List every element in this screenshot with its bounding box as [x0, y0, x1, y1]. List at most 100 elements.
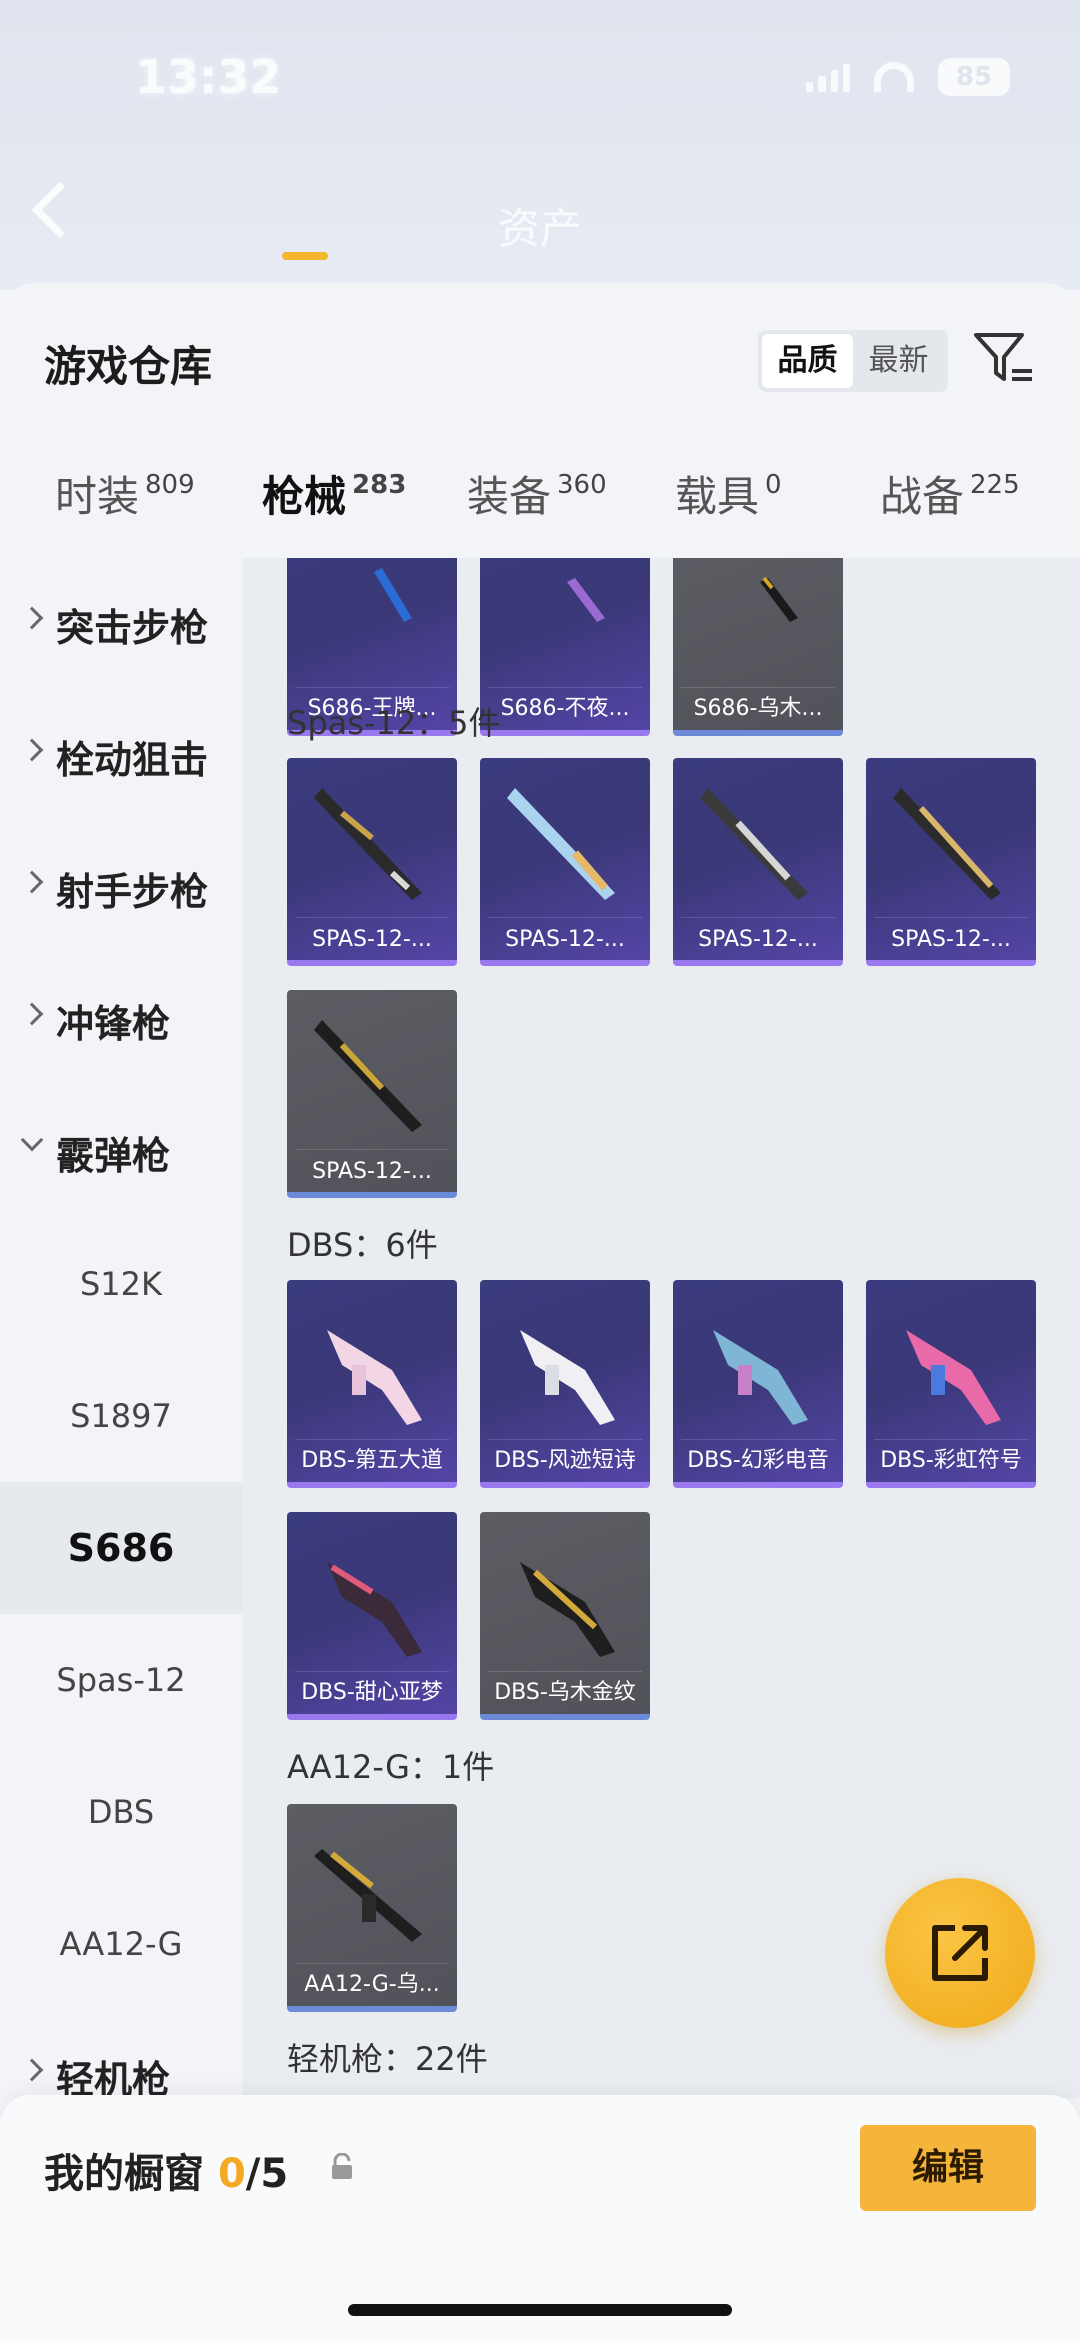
showcase-title: 我的橱窗 [44, 2151, 204, 2197]
sort-quality-button[interactable]: 品质 [762, 334, 853, 388]
card-divider [295, 687, 449, 688]
card-divider [295, 917, 449, 918]
tab-tactical[interactable]: 战备 225 [880, 463, 1020, 524]
weapon-name: S686-不夜... [500, 696, 630, 721]
top-header: 13:32 85 资产 [0, 0, 1080, 290]
chevron-right-icon [20, 1002, 44, 1026]
wifi-icon [874, 62, 914, 92]
sidebar-item-label: 栓动狙击 [56, 737, 209, 782]
weapon-card[interactable]: SPAS-12-... [287, 758, 457, 966]
sidebar-item-label: 冲锋枪 [56, 1001, 171, 1046]
shotgun-icon [893, 788, 1001, 900]
weapon-card[interactable]: SPAS-12-... [287, 990, 457, 1198]
sidebar-item-assault-rifle[interactable]: 突击步枪 [0, 558, 242, 690]
card-divider [874, 1439, 1028, 1440]
tab-vehicles[interactable]: 载具 0 [675, 463, 782, 524]
weapon-sidebar: 突击步枪 栓动狙击 射手步枪 冲锋枪 霰弹枪 S12K S1897 S686 S… [0, 558, 242, 2102]
shotgun-icon [567, 578, 605, 622]
tab-label: 战备 [880, 472, 965, 521]
shotgun-icon [713, 1330, 808, 1425]
weapon-card[interactable]: DBS-第五大道 [287, 1280, 457, 1488]
sort-toggle: 品质 最新 [758, 330, 948, 392]
weapon-name: SPAS-12-... [698, 927, 818, 952]
battery-icon: 85 [938, 58, 1010, 96]
filter-icon[interactable] [972, 329, 1034, 389]
nav-title: 资产 [497, 204, 582, 253]
tab-fashion[interactable]: 时装 809 [55, 463, 195, 524]
weapon-card[interactable]: AA12-G-乌... [287, 1804, 457, 2012]
weapon-card[interactable]: DBS-彩虹符号 [866, 1280, 1036, 1488]
tab-label: 载具 [675, 472, 760, 521]
tab-count: 809 [145, 470, 195, 500]
weapon-card[interactable]: DBS-乌木金纹 [480, 1512, 650, 1720]
tab-firearms[interactable]: 枪械 283 [262, 463, 406, 524]
sidebar-sub-s1897[interactable]: S1897 [0, 1350, 242, 1482]
card-divider [681, 917, 835, 918]
chevron-right-icon [20, 2058, 44, 2082]
weapon-card[interactable]: S686-不夜... [480, 558, 650, 736]
sidebar-sub-s686[interactable]: S686 [0, 1482, 242, 1614]
weapon-name: SPAS-12-... [312, 1159, 432, 1184]
weapon-card[interactable]: SPAS-12-... [673, 758, 843, 966]
weapon-card[interactable]: SPAS-12-... [866, 758, 1036, 966]
sidebar-item-marksman-rifle[interactable]: 射手步枪 [0, 822, 242, 954]
sidebar-item-bolt-sniper[interactable]: 栓动狙击 [0, 690, 242, 822]
weapon-name: DBS-彩虹符号 [880, 1448, 1022, 1473]
weapon-card[interactable]: DBS-甜心亚梦 [287, 1512, 457, 1720]
shotgun-icon [374, 568, 412, 622]
weapon-card[interactable]: DBS-风迹短诗 [480, 1280, 650, 1488]
tab-count: 360 [557, 470, 607, 500]
weapon-name: DBS-幻彩电音 [687, 1448, 829, 1473]
section-label-lmg: 轻机枪：22件 [287, 2040, 488, 2078]
card-divider [295, 1149, 449, 1150]
tab-count: 225 [970, 470, 1020, 500]
sidebar-item-smg[interactable]: 冲锋枪 [0, 954, 242, 1086]
weapon-card[interactable]: DBS-幻彩电音 [673, 1280, 843, 1488]
shotgun-icon [314, 1849, 422, 1942]
shotgun-icon [520, 1562, 615, 1657]
showcase-total: /5 [245, 2151, 289, 2197]
chevron-right-icon [20, 870, 44, 894]
sidebar-sub-aa12g[interactable]: AA12-G [0, 1878, 242, 2010]
shotgun-icon [327, 1330, 422, 1425]
sidebar-item-label: 霰弹枪 [56, 1133, 171, 1178]
sidebar-item-shotgun[interactable]: 霰弹枪 [0, 1086, 242, 1218]
share-icon [932, 1925, 988, 1981]
active-tab-indicator [282, 252, 328, 260]
tab-label: 装备 [467, 472, 552, 521]
weapon-name: S686-乌木... [693, 696, 823, 721]
tab-count: 0 [765, 470, 782, 500]
sidebar-item-label: 射手步枪 [56, 869, 209, 914]
sidebar-sub-s12k[interactable]: S12K [0, 1218, 242, 1350]
weapon-card[interactable]: S686-乌木... [673, 558, 843, 736]
card-divider [295, 1439, 449, 1440]
edit-button[interactable]: 编辑 [860, 2125, 1036, 2211]
chevron-right-icon [20, 606, 44, 630]
weapon-name: SPAS-12-... [891, 927, 1011, 952]
tab-count: 283 [352, 470, 407, 500]
section-label-dbs: DBS：6件 [287, 1226, 438, 1264]
tab-label: 枪械 [262, 472, 347, 521]
card-divider [295, 1671, 449, 1672]
shotgun-icon [700, 788, 808, 900]
sort-newest-button[interactable]: 最新 [853, 334, 944, 388]
share-fab[interactable] [885, 1878, 1035, 2028]
tab-equipment[interactable]: 装备 360 [467, 463, 607, 524]
category-tabs: 时装 809 枪械 283 装备 360 载具 0 战备 225 [0, 463, 1080, 573]
shotgun-icon [760, 576, 798, 622]
weapon-card[interactable]: SPAS-12-... [480, 758, 650, 966]
sidebar-sub-dbs[interactable]: DBS [0, 1746, 242, 1878]
showcase-count: 0 [217, 2151, 246, 2197]
weapon-name: DBS-第五大道 [301, 1448, 443, 1473]
tab-label: 时装 [55, 472, 140, 521]
shotgun-icon [906, 1330, 1001, 1425]
card-divider [681, 1439, 835, 1440]
card-divider [295, 1963, 449, 1964]
sidebar-sub-spas12[interactable]: Spas-12 [0, 1614, 242, 1746]
shotgun-icon [507, 788, 615, 900]
section-label-aa12g: AA12-G：1件 [287, 1748, 495, 1786]
section-label-spas12: Spas-12：5件 [287, 704, 501, 742]
shotgun-icon [520, 1330, 615, 1425]
weapon-name: SPAS-12-... [312, 927, 432, 952]
shotgun-icon [314, 1020, 422, 1132]
